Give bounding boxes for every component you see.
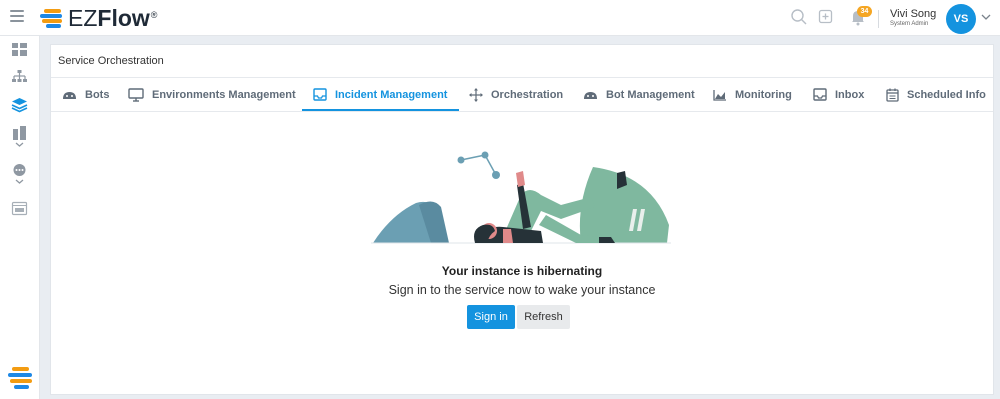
tab-bots[interactable]: Bots [62,78,109,111]
tab-bot-management[interactable]: Bot Management [583,78,695,111]
main-panel: Service Orchestration Bots Environments … [50,44,994,395]
tab-monitoring[interactable]: Monitoring [713,78,792,111]
tab-label: Bots [85,88,110,101]
dashboard-icon[interactable] [11,42,28,57]
hibernating-illustration [371,151,671,244]
chart-icon [713,89,726,101]
app-name: EZFlow [68,4,150,31]
tab-bar: Bots Environments Management Incident Ma… [51,78,993,112]
hierarchy-icon[interactable] [11,69,28,84]
tab-label: Inbox [835,88,865,101]
registered-mark: ® [150,10,158,20]
user-name[interactable]: Vivi Song [890,8,936,20]
user-role: System Admin [890,21,929,27]
tab-label: Scheduled Info [907,88,986,101]
tab-scheduled-info[interactable]: Scheduled Info [886,78,986,111]
chevron-down-icon[interactable] [981,12,991,22]
add-icon[interactable] [818,8,834,26]
inbox-icon [313,88,327,101]
building-icon[interactable] [11,125,28,149]
tab-orchestration[interactable]: Orchestration [469,78,563,111]
page-title: Service Orchestration [58,55,164,67]
ezflow-logo-icon[interactable] [8,366,34,392]
app-logo[interactable]: EZFlow ® [40,4,157,32]
avatar[interactable]: VS [946,4,976,34]
tab-inbox[interactable]: Inbox [813,78,864,111]
refresh-button[interactable]: Refresh [517,305,570,329]
notification-badge: 34 [857,6,872,17]
menu-icon[interactable] [10,10,24,24]
inbox-icon [813,88,827,101]
layers-icon[interactable] [11,97,28,113]
tab-label: Monitoring [735,88,792,101]
search-icon[interactable] [790,8,808,26]
monitor-icon [128,87,144,102]
tab-label: Incident Management [335,88,448,101]
tab-label: Orchestration [491,88,564,101]
move-icon [469,87,483,102]
terminal-icon[interactable] [11,201,28,216]
sign-in-button[interactable]: Sign in [467,305,515,329]
calendar-icon [886,88,899,102]
hibernation-title: Your instance is hibernating [441,264,603,278]
ezflow-logo-icon [40,8,64,28]
tab-incident-management[interactable]: Incident Management [313,78,447,111]
chat-icon[interactable] [11,163,28,187]
bot-icon [584,91,597,99]
top-bar: EZFlow ® 34 Vivi Song System Admin VS [0,0,1000,36]
sidebar [0,36,40,399]
tab-label: Bot Management [606,88,695,101]
bot-icon [63,91,76,99]
tab-environments-management[interactable]: Environments Management [128,78,296,111]
active-tab-indicator [302,109,459,111]
hibernation-subtitle: Sign in to the service now to wake your … [388,283,656,297]
tab-label: Environments Management [152,88,296,101]
header-divider [878,10,879,28]
